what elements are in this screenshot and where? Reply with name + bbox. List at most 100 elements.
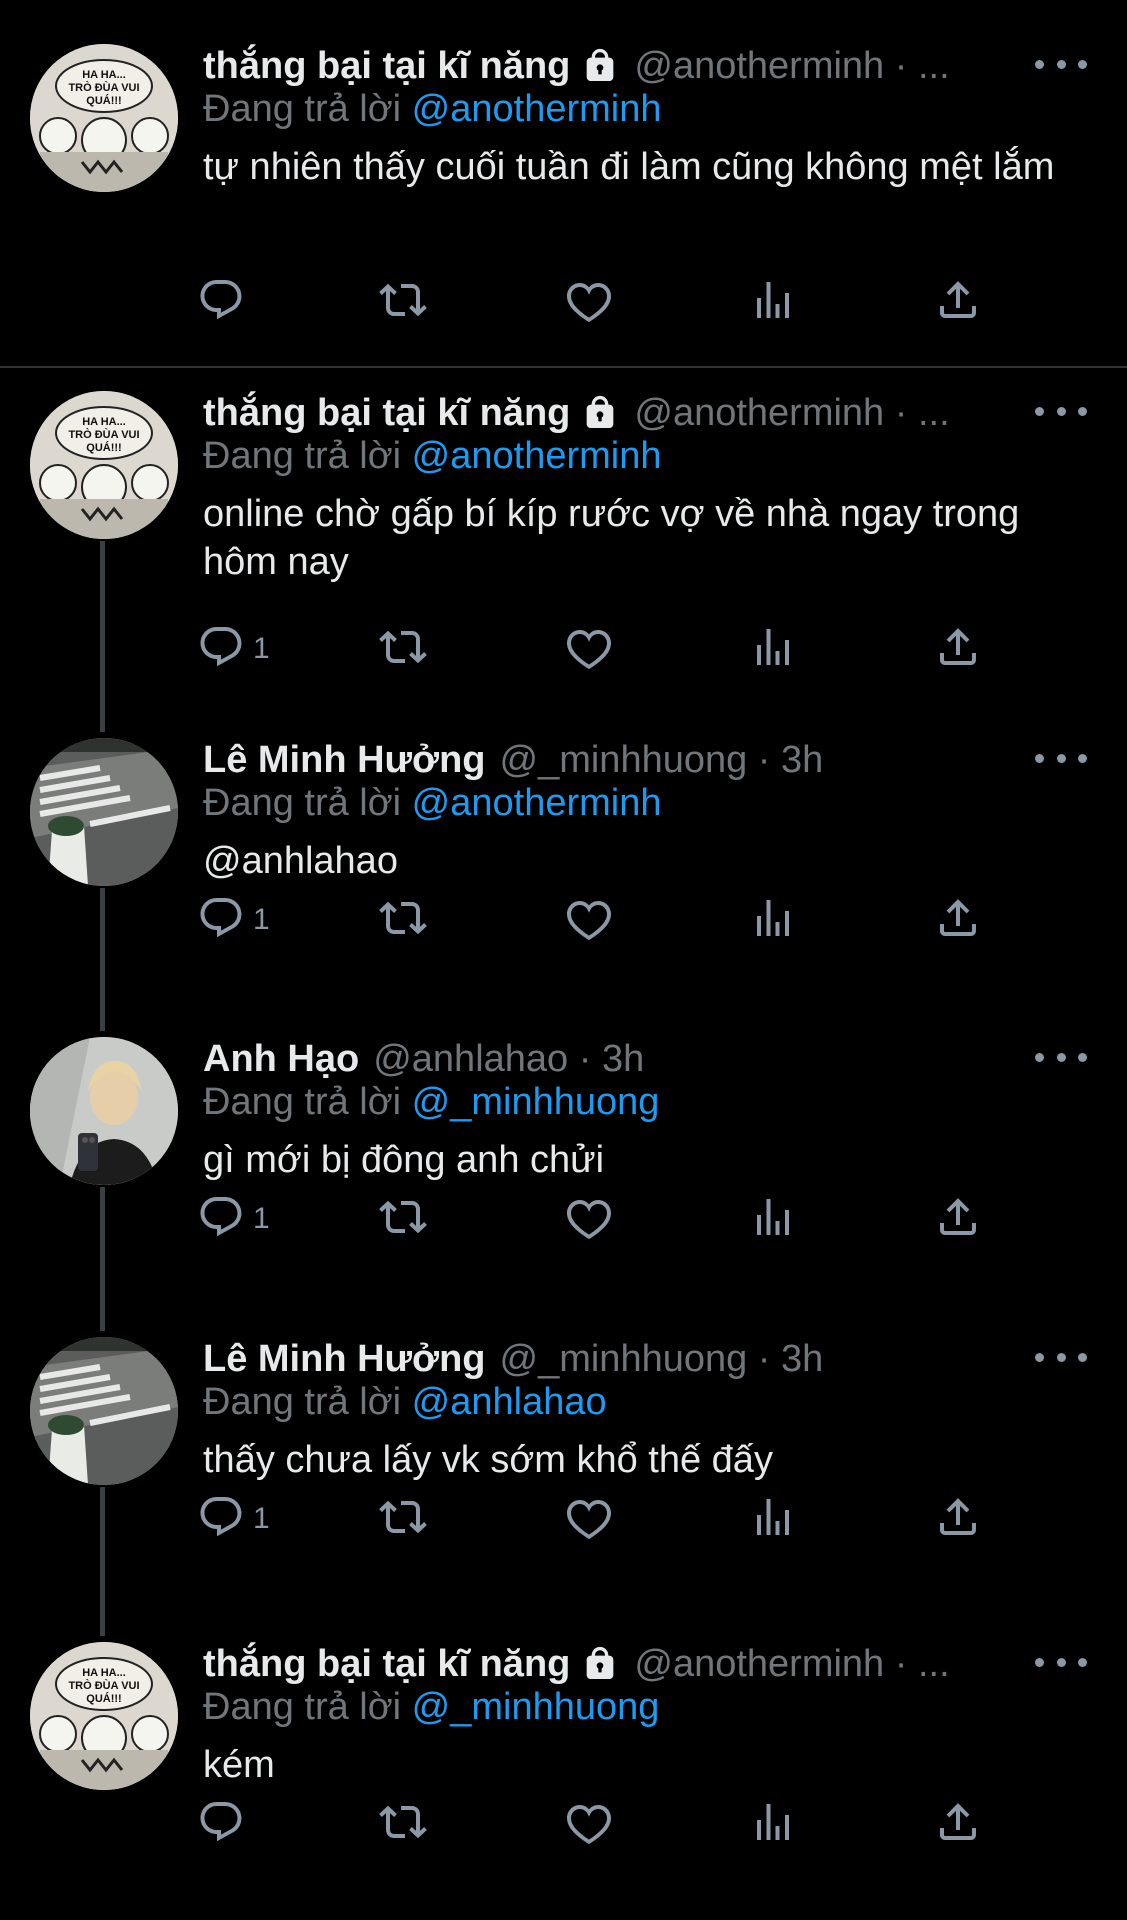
tweet-text: thấy chưa lấy vk sớm khổ thế đấy <box>203 1439 773 1481</box>
tweet-header: thắng bại tại kĩ năng @anotherminh · ... <box>203 38 1017 94</box>
reply-count: 1 <box>253 903 270 936</box>
replying-to: Đang trả lời @anotherminh <box>203 88 662 131</box>
share-icon <box>934 276 982 329</box>
username-handle[interactable]: @anotherminh · ... <box>634 1643 949 1686</box>
share-icon <box>934 623 982 676</box>
retweet-button[interactable] <box>379 274 427 330</box>
more-options-button[interactable] <box>1035 1642 1087 1682</box>
share-icon <box>934 894 982 947</box>
replying-to-mention[interactable]: @anotherminh <box>412 88 662 130</box>
heart-icon <box>565 276 613 329</box>
heart-icon <box>565 623 613 676</box>
views-button[interactable] <box>749 1491 797 1547</box>
retweet-button[interactable] <box>379 1491 427 1547</box>
avatar[interactable]: HA HA... TRÒ ĐÙA VUI QUÁ!!! <box>30 1642 178 1790</box>
retweet-button[interactable] <box>379 621 427 677</box>
replying-to-mention[interactable]: @anhlahao <box>412 1381 607 1423</box>
views-button[interactable] <box>749 274 797 330</box>
retweet-button[interactable] <box>379 1796 427 1852</box>
share-button[interactable] <box>934 274 982 330</box>
username-handle[interactable]: @_minhhuong · 3h <box>500 739 824 782</box>
username-handle[interactable]: @anhlahao · 3h <box>373 1038 644 1081</box>
display-name[interactable]: Lê Minh Hưởng <box>203 739 486 782</box>
replying-to: Đang trả lời @_minhhuong <box>203 1686 659 1729</box>
tweet-divider <box>0 366 1127 368</box>
views-button[interactable] <box>749 892 797 948</box>
tweet-header: thắng bại tại kĩ năng @anotherminh · ... <box>203 385 1017 441</box>
views-button[interactable] <box>749 621 797 677</box>
share-button[interactable] <box>934 1796 982 1852</box>
replying-to-label: Đang trả lời <box>203 88 412 130</box>
display-name[interactable]: Lê Minh Hưởng <box>203 1338 486 1381</box>
reply-icon <box>197 276 245 329</box>
replying-to-label: Đang trả lời <box>203 782 412 824</box>
share-icon <box>934 1798 982 1851</box>
share-button[interactable] <box>934 621 982 677</box>
share-button[interactable] <box>934 1191 982 1247</box>
username-handle[interactable]: @_minhhuong · 3h <box>500 1338 824 1381</box>
more-options-button[interactable] <box>1035 1337 1087 1377</box>
more-options-button[interactable] <box>1035 1037 1087 1077</box>
tweet-header: Anh Hạo @anhlahao · 3h <box>203 1031 1017 1087</box>
reply-count: 1 <box>253 632 270 665</box>
retweet-icon <box>379 623 427 676</box>
heart-icon <box>565 1493 613 1546</box>
reply-icon <box>197 894 245 947</box>
like-button[interactable] <box>565 1796 613 1852</box>
retweet-icon <box>379 1493 427 1546</box>
share-icon <box>934 1193 982 1246</box>
replying-to-mention[interactable]: @anotherminh <box>412 782 662 824</box>
reply-icon <box>197 623 245 676</box>
avatar[interactable]: HA HA... TRÒ ĐÙA VUI QUÁ!!! <box>30 44 178 192</box>
avatar[interactable] <box>30 1037 178 1185</box>
reply-button[interactable]: 1 <box>197 621 270 677</box>
display-name[interactable]: thắng bại tại kĩ năng <box>203 392 570 435</box>
reply-count: 1 <box>253 1502 270 1535</box>
username-handle[interactable]: @anotherminh · ... <box>634 392 949 435</box>
reply-button[interactable] <box>197 1796 245 1852</box>
replying-to-mention[interactable]: @_minhhuong <box>412 1081 660 1123</box>
views-icon <box>749 276 797 329</box>
views-icon <box>749 623 797 676</box>
username-handle[interactable]: @anotherminh · ... <box>634 45 949 88</box>
lock-icon <box>580 46 620 86</box>
reply-button[interactable]: 1 <box>197 892 270 948</box>
display-name[interactable]: Anh Hạo <box>203 1038 359 1081</box>
reply-button[interactable] <box>197 274 245 330</box>
display-name[interactable]: thắng bại tại kĩ năng <box>203 45 570 88</box>
share-button[interactable] <box>934 1491 982 1547</box>
reply-button[interactable]: 1 <box>197 1491 270 1547</box>
views-button[interactable] <box>749 1796 797 1852</box>
avatar[interactable]: HA HA... TRÒ ĐÙA VUI QUÁ!!! <box>30 391 178 539</box>
like-button[interactable] <box>565 1491 613 1547</box>
like-button[interactable] <box>565 621 613 677</box>
avatar-comic-line: HA HA... <box>82 1667 126 1679</box>
tweet-header: thắng bại tại kĩ năng @anotherminh · ... <box>203 1636 1017 1692</box>
replying-to-mention[interactable]: @_minhhuong <box>412 1686 660 1728</box>
more-options-button[interactable] <box>1035 738 1087 778</box>
views-button[interactable] <box>749 1191 797 1247</box>
reply-button[interactable]: 1 <box>197 1191 270 1247</box>
retweet-button[interactable] <box>379 1191 427 1247</box>
more-options-button[interactable] <box>1035 391 1087 431</box>
reply-count: 1 <box>253 1202 270 1235</box>
avatar[interactable] <box>30 1337 178 1485</box>
avatar[interactable] <box>30 738 178 886</box>
lock-icon <box>580 393 620 433</box>
avatar-comic-line: QUÁ!!! <box>86 94 121 107</box>
replying-to: Đang trả lời @_minhhuong <box>203 1081 659 1124</box>
avatar-comic-line: TRÒ ĐÙA VUI <box>68 428 139 441</box>
share-button[interactable] <box>934 892 982 948</box>
views-icon <box>749 1193 797 1246</box>
replying-to-mention[interactable]: @anotherminh <box>412 435 662 477</box>
like-button[interactable] <box>565 274 613 330</box>
display-name[interactable]: thắng bại tại kĩ năng <box>203 1643 570 1686</box>
tweet-text[interactable]: @anhlahao <box>203 837 1083 885</box>
retweet-button[interactable] <box>379 892 427 948</box>
heart-icon <box>565 894 613 947</box>
heart-icon <box>565 1193 613 1246</box>
like-button[interactable] <box>565 892 613 948</box>
like-button[interactable] <box>565 1191 613 1247</box>
more-options-button[interactable] <box>1035 44 1087 84</box>
tweet-actions: 1 <box>200 1491 1003 1551</box>
